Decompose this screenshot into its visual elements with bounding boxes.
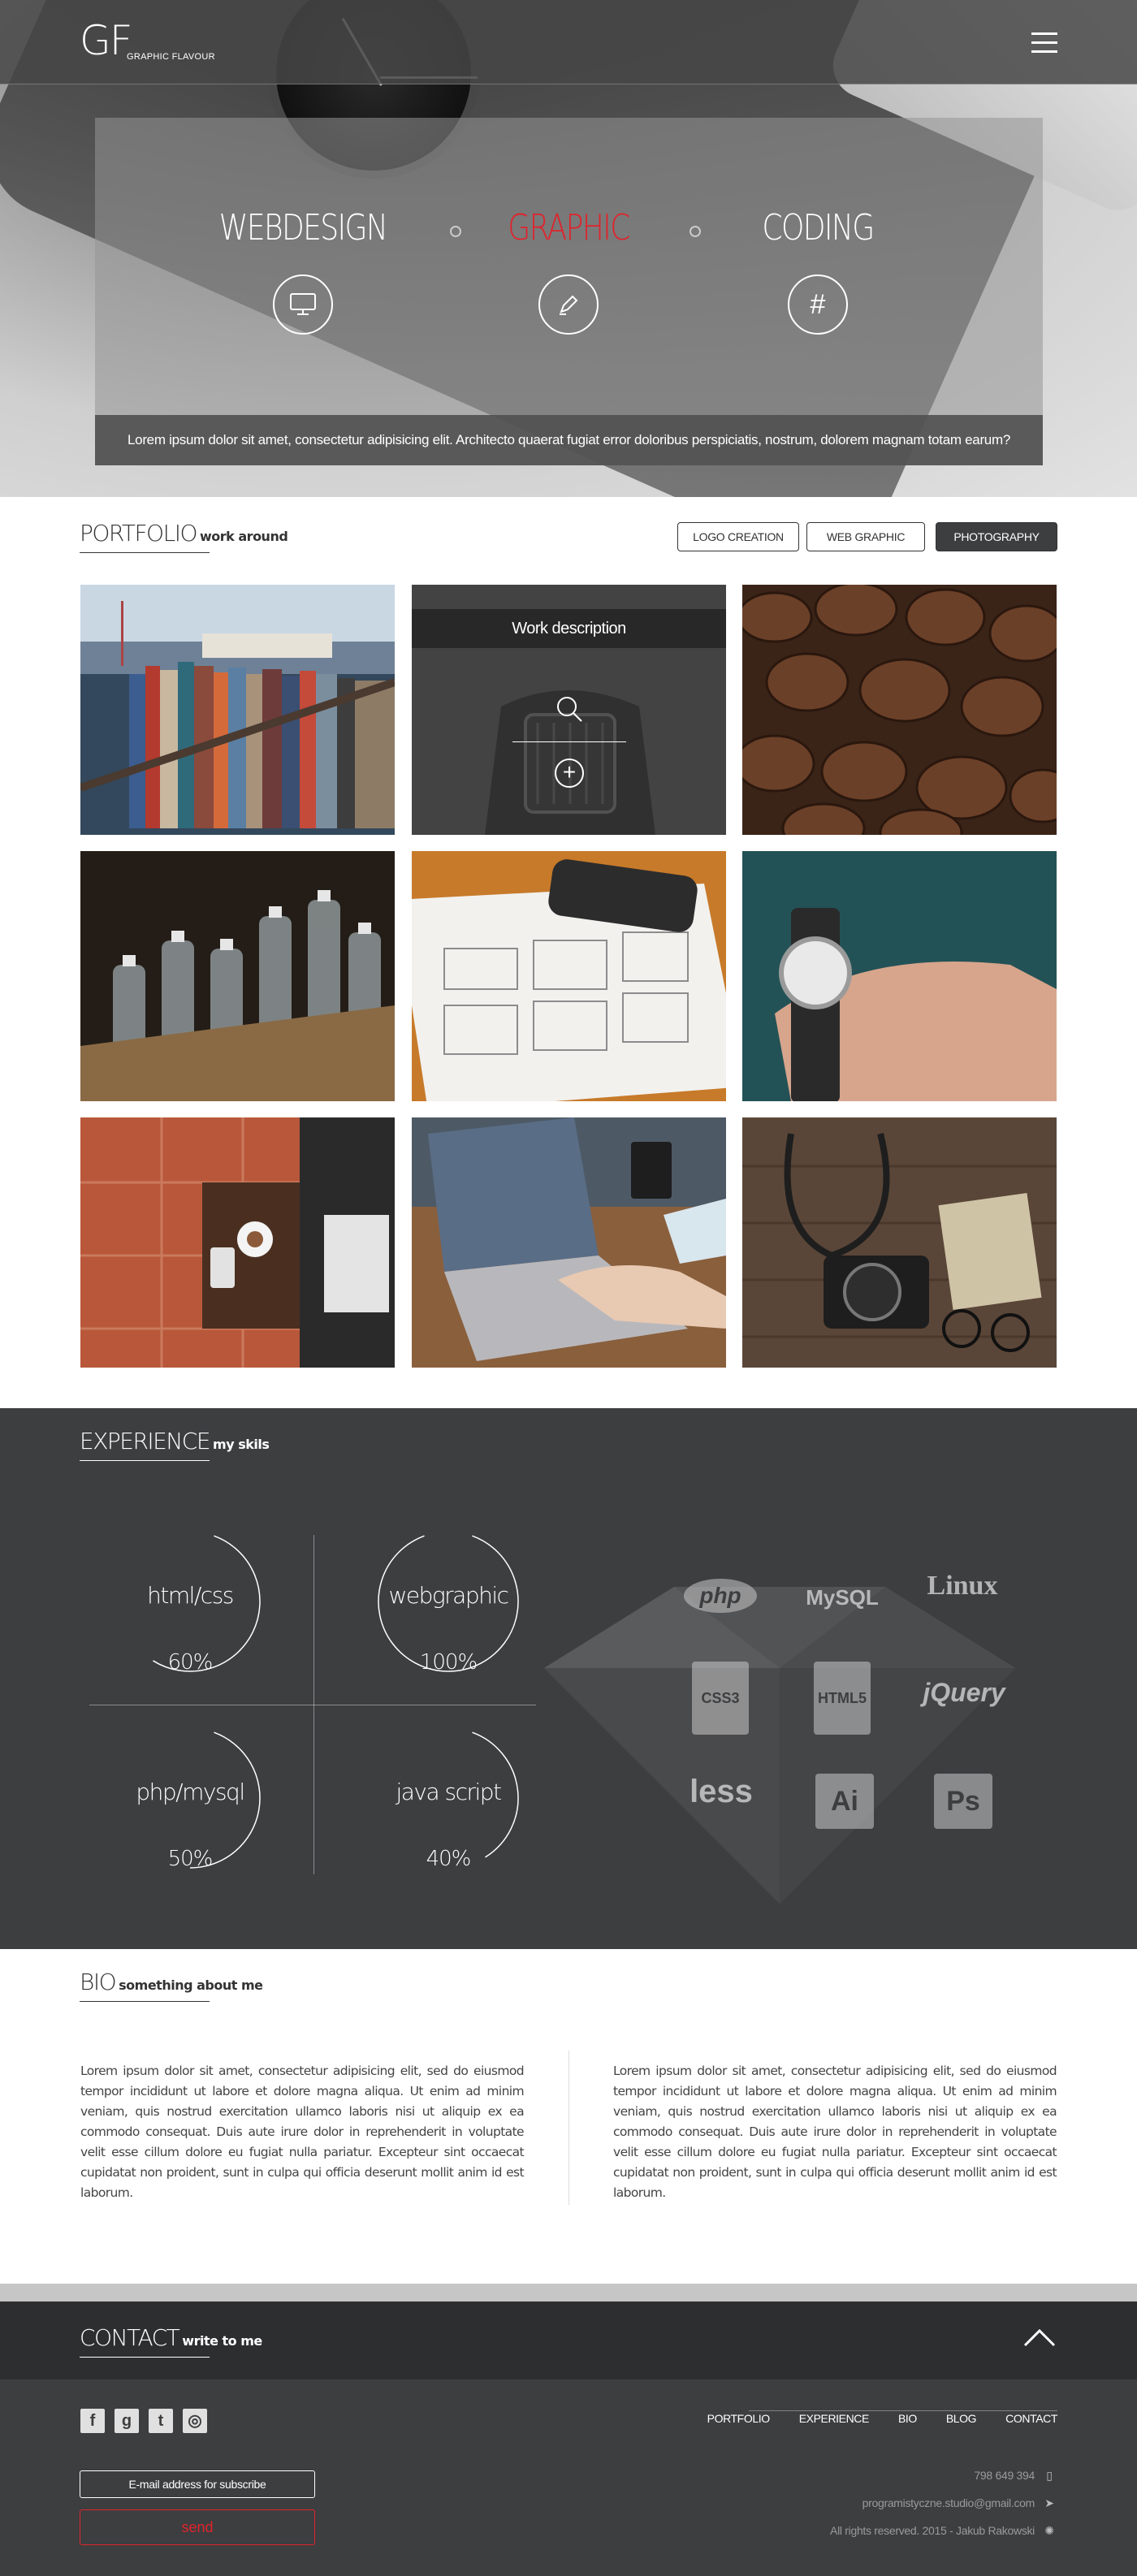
portfolio-tile-laptop-typing[interactable]	[412, 1117, 726, 1368]
portfolio-heading: PORTFOLIO work around	[80, 520, 288, 553]
css3-logo: CSS3	[692, 1662, 749, 1735]
skill-php-mysql: php/mysql 50%	[117, 1725, 263, 1920]
skill-java-script: java script 40%	[375, 1725, 521, 1920]
lightbulb-icon: ✺	[1044, 2524, 1054, 2537]
footer-link-blog[interactable]: BLOG	[946, 2412, 977, 2425]
skill-html-css: html/css 60%	[117, 1528, 263, 1723]
portfolio-tile-camera-glasses[interactable]	[742, 1117, 1057, 1368]
google-plus-icon[interactable]: g	[115, 2409, 139, 2433]
experience-heading: EXPERIENCE my skils	[80, 1428, 270, 1461]
paper-plane-icon: ➤	[1044, 2496, 1054, 2509]
phone-icon: ▯	[1046, 2469, 1053, 2482]
contact-header-bar: CONTACT write to me	[0, 2302, 1137, 2379]
add-icon[interactable]: +	[555, 759, 584, 788]
portfolio-tile-wrist-watch[interactable]	[742, 851, 1057, 1101]
skill-percent: 100%	[419, 1650, 478, 1675]
footer-link-portfolio[interactable]: PORTFOLIO	[707, 2412, 770, 2425]
contact-copyright: All rights reserved. 2015 - Jakub Rakows…	[830, 2524, 1057, 2538]
php-logo: php	[684, 1579, 757, 1613]
contact-heading: CONTACT write to me	[80, 2324, 262, 2358]
footer-link-experience[interactable]: EXPERIENCE	[799, 2412, 870, 2425]
filter-web-graphic-button[interactable]: WEB GRAPHIC	[806, 522, 925, 551]
portfolio-tile-glass-bottles[interactable]	[80, 851, 395, 1101]
photoshop-logo: Ps	[934, 1774, 992, 1829]
diamond-background	[544, 1587, 1015, 1904]
service-label: GRAPHIC	[508, 207, 630, 249]
twitter-icon[interactable]: t	[149, 2409, 173, 2433]
bio-divider	[568, 2051, 569, 2205]
portfolio-tile-coffee-beans[interactable]	[742, 585, 1057, 835]
logo-text: GRAPHIC FLAVOUR	[127, 52, 215, 62]
footer-link-bio[interactable]: BIO	[898, 2412, 917, 2425]
skill-name: php/mysql	[136, 1779, 245, 1805]
mysql-logo: MySQL	[806, 1585, 879, 1610]
bio-column-left: Lorem ipsum dolor sit amet, consectetur …	[80, 2064, 525, 2200]
copyright-text: All rights reserved. 2015 - Jakub Rakows…	[830, 2524, 1035, 2537]
service-label: WEBDESIGN	[218, 207, 388, 249]
jquery-logo: jQuery	[923, 1678, 1005, 1707]
hamburger-menu-icon[interactable]	[1031, 32, 1057, 54]
site-logo[interactable]: GF GRAPHIC FLAVOUR	[80, 19, 218, 68]
zoom-icon[interactable]	[555, 694, 584, 724]
pen-icon	[538, 274, 599, 335]
footer-link-contact[interactable]: CONTACT	[1005, 2412, 1057, 2425]
facebook-icon[interactable]: f	[80, 2409, 105, 2433]
hero-services-panel: WEBDESIGN GRAPHIC CODING # Lorem ipsum d…	[95, 118, 1043, 465]
skill-name: html/css	[147, 1582, 234, 1609]
portfolio-tile-wireframe-sketch[interactable]	[412, 851, 726, 1101]
hash-icon: #	[788, 274, 848, 335]
filter-photography-button[interactable]: PHOTOGRAPHY	[936, 522, 1057, 551]
send-button[interactable]: send	[80, 2509, 315, 2545]
contact-top-strip	[0, 2284, 1137, 2302]
portfolio-tile-vintage-car[interactable]: Work description +	[412, 585, 726, 835]
portfolio-tile-coffee-table[interactable]	[80, 1117, 395, 1368]
footer-nav-rule	[749, 2410, 1057, 2411]
monitor-icon	[273, 274, 333, 335]
work-description-label: Work description	[412, 609, 726, 648]
service-coding[interactable]: CODING #	[696, 207, 940, 335]
less-logo: less	[690, 1774, 753, 1809]
instagram-icon[interactable]: ◎	[183, 2409, 207, 2433]
subscribe-email-input[interactable]	[80, 2470, 315, 2498]
contact-email: programistyczne.studio@gmail.com ➤	[862, 2496, 1057, 2510]
top-navigation-bar: GF GRAPHIC FLAVOUR	[0, 0, 1137, 84]
skill-percent: 60%	[167, 1650, 214, 1675]
skill-webgraphic: webgraphic 100%	[375, 1528, 521, 1723]
service-webdesign[interactable]: WEBDESIGN	[181, 207, 425, 335]
footer: f g t ◎ PORTFOLIO EXPERIENCE BIO BLOG CO…	[0, 2379, 1137, 2576]
footer-navigation: PORTFOLIO EXPERIENCE BIO BLOG CONTACT	[678, 2412, 1058, 2425]
skill-percent: 50%	[167, 1847, 214, 1871]
skill-percent: 40%	[426, 1847, 472, 1871]
filter-logo-creation-button[interactable]: LOGO CREATION	[677, 522, 799, 551]
hero-section: GF GRAPHIC FLAVOUR WEBDESIGN GRAPHIC COD…	[0, 0, 1137, 497]
tile-divider	[512, 741, 626, 742]
illustrator-logo: Ai	[815, 1774, 874, 1829]
bio-column-right: Lorem ipsum dolor sit amet, consectetur …	[613, 2064, 1057, 2200]
email-address[interactable]: programistyczne.studio@gmail.com	[862, 2496, 1035, 2509]
html5-logo: HTML5	[814, 1662, 871, 1735]
experience-section: EXPERIENCE my skils html/css 60% webgraph…	[0, 1408, 1137, 1949]
bio-heading: BIO something about me	[80, 1969, 263, 2002]
scroll-to-top-icon[interactable]	[1022, 2324, 1057, 2350]
portfolio-tile-harbor-ropes[interactable]	[80, 585, 395, 835]
contact-phone: 798 649 394 ▯	[974, 2469, 1057, 2483]
skill-name: webgraphic	[388, 1582, 509, 1609]
service-graphic[interactable]: GRAPHIC	[447, 207, 690, 335]
service-label: CODING	[762, 207, 875, 249]
skill-name: java script	[396, 1779, 502, 1805]
linux-logo: Linux	[927, 1571, 998, 1601]
hero-caption: Lorem ipsum dolor sit amet, consectetur …	[95, 415, 1043, 465]
phone-number: 798 649 394	[974, 2469, 1035, 2482]
